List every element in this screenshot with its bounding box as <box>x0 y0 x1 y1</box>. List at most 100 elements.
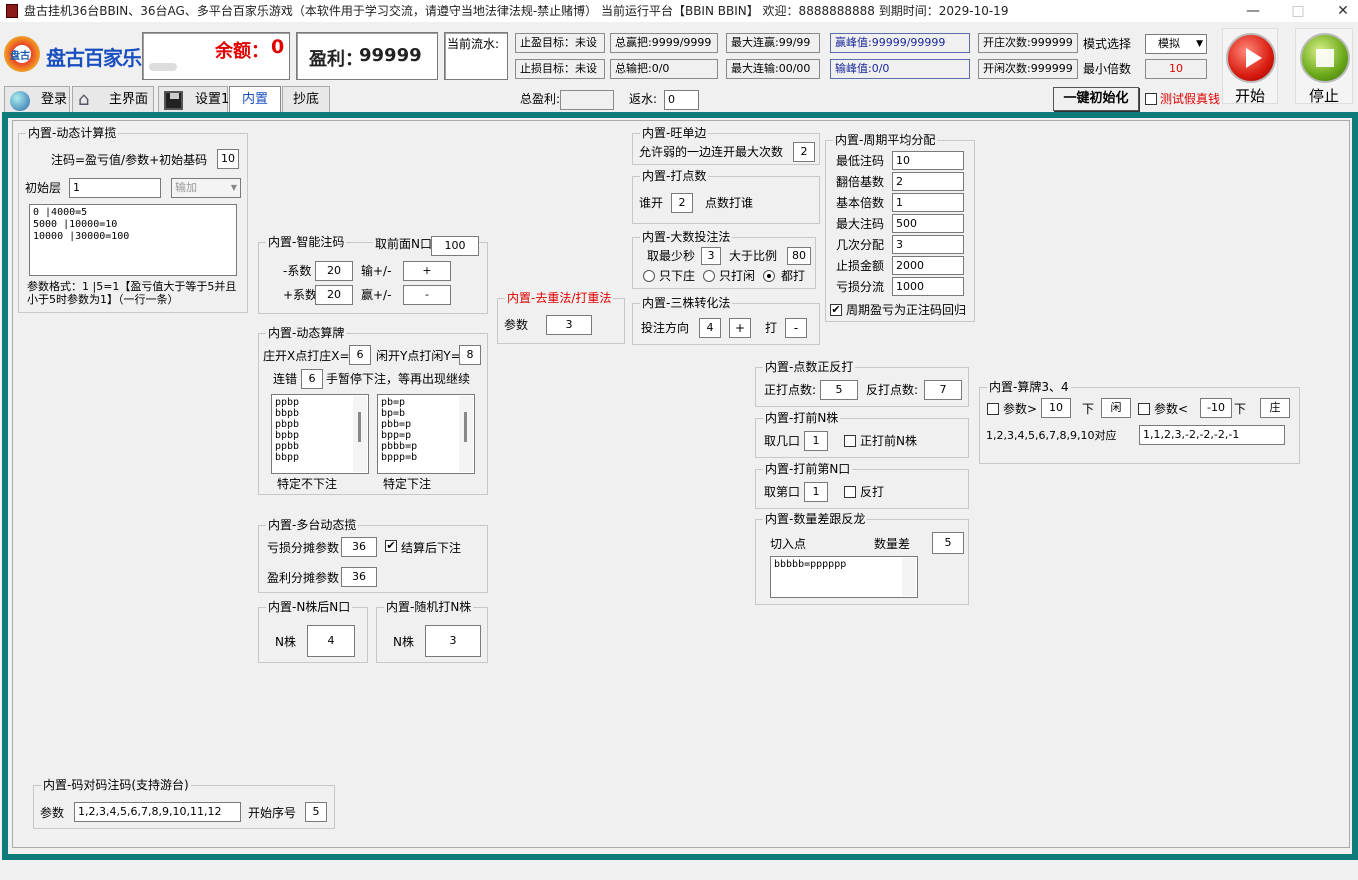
profit-share-input[interactable]: 36 <box>341 567 377 587</box>
cycle-return-label: 周期盈亏为正注码回归 <box>846 303 967 317</box>
tab-main-label: 主界面 <box>109 92 149 107</box>
save-icon <box>164 91 183 110</box>
cycle-input[interactable]: 1000 <box>892 277 964 296</box>
no-bet-list[interactable]: ppbp bbpb pbpb bpbp ppbb bbpp <box>271 394 369 474</box>
point-input[interactable]: 2 <box>671 193 693 213</box>
banker-count: 开庄次数:999999 <box>978 33 1078 53</box>
random-n-label: N株 <box>393 635 414 649</box>
cycle-input[interactable]: 3 <box>892 235 964 254</box>
rule-textarea[interactable]: 0 |4000=5 5000 |10000=10 10000 |30000=10… <box>29 204 237 276</box>
radio-banker-only[interactable] <box>643 270 655 282</box>
stop-button[interactable]: 停止 <box>1295 28 1353 105</box>
prev-nth-input[interactable]: 1 <box>804 482 828 502</box>
tab-main[interactable]: ⌂ 主界面 <box>72 86 154 114</box>
param-lt-side-input[interactable]: 庄 <box>1260 398 1290 418</box>
group-title: 内置-算牌3、4 <box>987 379 1071 395</box>
start-seq-label: 开始序号 <box>248 806 297 820</box>
param-gt-checkbox[interactable] <box>987 403 999 415</box>
wang-input[interactable]: 2 <box>793 142 815 162</box>
pos-point-input[interactable]: 5 <box>820 380 858 400</box>
logo-icon: 盘古 <box>4 36 40 72</box>
win-sign-input[interactable]: - <box>403 285 451 305</box>
toggle-switch[interactable] <box>149 63 177 71</box>
lose-sign-input[interactable]: + <box>403 261 451 281</box>
entry-textarea-text: bbbbb=pppppp <box>774 559 847 570</box>
group-title: 内置-旺单边 <box>640 125 709 141</box>
group-title: 内置-打点数 <box>640 168 709 184</box>
ratio-input[interactable]: 80 <box>787 247 811 265</box>
n-zhu-input[interactable]: 4 <box>307 625 355 657</box>
maximize-button[interactable]: □ <box>1283 0 1313 22</box>
tab-settings-label: 设置1 <box>195 92 230 107</box>
cycle-return-checkbox[interactable]: ✔ <box>830 304 842 316</box>
tab-copy[interactable]: 抄底 <box>282 86 330 114</box>
test-fake-checkbox[interactable] <box>1145 93 1157 105</box>
win-peak: 赢峰值:99999/99999 <box>830 33 970 53</box>
close-button[interactable]: ✕ <box>1328 0 1358 22</box>
tab-settings[interactable]: 设置1 <box>158 86 230 114</box>
rebate-input[interactable]: 0 <box>664 90 699 110</box>
player-y-input[interactable]: 8 <box>459 345 481 365</box>
init-layer-input[interactable]: 1 <box>69 178 161 198</box>
direction-sign-button[interactable]: + <box>729 318 751 338</box>
reverse-checkbox[interactable] <box>844 486 856 498</box>
random-n-input[interactable]: 3 <box>425 625 481 657</box>
mode-select[interactable]: 模拟 ▼ <box>1145 34 1207 54</box>
start-seq-input[interactable]: 5 <box>305 802 327 822</box>
pos-coef-input[interactable]: 20 <box>315 285 353 305</box>
direction-input[interactable]: 4 <box>699 318 721 338</box>
globe-icon <box>10 91 30 111</box>
group-pair-code: 内置-码对码注码(支持游台) 参数 1,2,3,4,5,6,7,8,9,10,1… <box>33 777 335 829</box>
group-title: 内置-N株后N口 <box>266 599 353 615</box>
banker-x-label: 庄开X点打庄X= <box>263 349 350 363</box>
cycle-input[interactable]: 2 <box>892 172 964 191</box>
group-title: 内置-大数投注法 <box>640 229 733 245</box>
cycle-input[interactable]: 500 <box>892 214 964 233</box>
prev-n-label: 取几口 <box>764 434 801 448</box>
entry-textarea[interactable]: bbbbb=pppppp <box>770 556 918 598</box>
bet-list[interactable]: pb=p bp=b pbb=p bpp=p pbbb=p bppp=b <box>377 394 475 474</box>
scrollbar[interactable] <box>459 396 473 472</box>
base-code-input[interactable]: 10 <box>217 149 239 169</box>
chevron-down-icon: ▼ <box>230 183 237 192</box>
cycle-input[interactable]: 10 <box>892 151 964 170</box>
consecutive-error-input[interactable]: 6 <box>301 369 323 389</box>
group-prev-n: 内置-打前N株 取几口 1 正打前N株 <box>755 410 969 458</box>
tab-login[interactable]: 登录 <box>4 86 70 114</box>
group-cycle: 内置-周期平均分配 最低注码 10 翻倍基数 2 基本倍数 1 最大注码 500 几次分配 3 止损… <box>825 132 975 322</box>
prev-n-checkbox[interactable] <box>844 435 856 447</box>
dedup-input[interactable]: 3 <box>546 315 592 335</box>
pos-point-label: 正打点数: <box>764 383 817 397</box>
min-seconds-input[interactable]: 3 <box>701 247 721 265</box>
group-multi-table: 内置-多台动态揽 亏损分摊参数 36 ✔ 结算后下注 盈利分摊参数 36 <box>258 517 488 593</box>
cycle-label: 最大注码 <box>836 217 885 231</box>
diff-input[interactable]: 5 <box>932 532 964 554</box>
radio-both[interactable] <box>763 270 775 282</box>
settle-checkbox[interactable]: ✔ <box>385 540 397 552</box>
minimize-button[interactable]: — <box>1238 0 1268 22</box>
hit-sign-button[interactable]: - <box>785 318 807 338</box>
cycle-input[interactable]: 2000 <box>892 256 964 275</box>
tab-builtin[interactable]: 内置 <box>229 86 281 114</box>
prev-n-input[interactable]: 1 <box>804 431 828 451</box>
scrollbar[interactable] <box>902 558 916 596</box>
init-button[interactable]: 一键初始化 <box>1053 87 1139 111</box>
param-lt-checkbox[interactable] <box>1138 403 1150 415</box>
scrollbar[interactable] <box>353 396 367 472</box>
param-gt-side-input[interactable]: 闲 <box>1101 398 1131 418</box>
param-gt-input[interactable]: 10 <box>1041 398 1071 418</box>
param-lt-input[interactable]: -10 <box>1200 398 1232 418</box>
mode-dropdown[interactable]: 输加 ▼ <box>171 178 241 198</box>
point-suffix: 点数打谁 <box>705 196 754 210</box>
min-seconds-label: 取最少秒 <box>647 249 696 263</box>
cycle-input[interactable]: 1 <box>892 193 964 212</box>
mapping-input[interactable]: 1,1,2,3,-2,-2,-2,-1 <box>1139 425 1285 445</box>
radio-player-only[interactable] <box>703 270 715 282</box>
pair-param-input[interactable]: 1,2,3,4,5,6,7,8,9,10,11,12 <box>74 802 241 822</box>
neg-coef-input[interactable]: 20 <box>315 261 353 281</box>
start-button[interactable]: 开始 <box>1222 28 1278 105</box>
banker-x-input[interactable]: 6 <box>349 345 371 365</box>
prev-n-input[interactable]: 100 <box>431 236 479 256</box>
neg-point-input[interactable]: 7 <box>924 380 962 400</box>
loss-share-input[interactable]: 36 <box>341 537 377 557</box>
